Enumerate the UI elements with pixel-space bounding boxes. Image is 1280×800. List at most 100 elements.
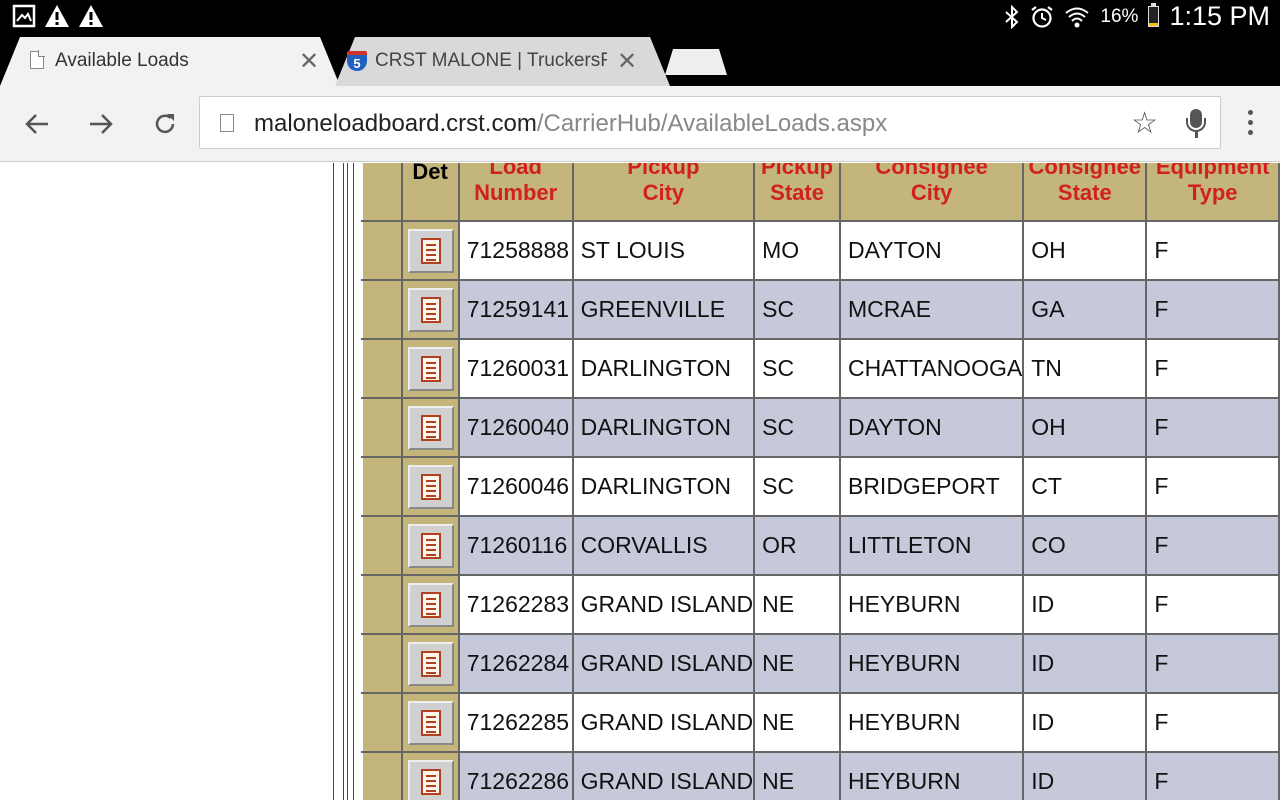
load-number-cell: 71260031 xyxy=(457,338,574,399)
table-row: 71260040 DARLINGTON SC DAYTON OH F xyxy=(361,397,1280,458)
pickup-state-cell: NE xyxy=(753,633,841,694)
table-row: 71258888 ST LOUIS MO DAYTON OH F xyxy=(361,220,1280,281)
microphone-icon[interactable] xyxy=(1184,109,1208,139)
battery-percent: 16% xyxy=(1100,5,1139,27)
load-number-cell: 71260116 xyxy=(457,515,574,576)
address-bar[interactable]: maloneloadboard.crst.com/CarrierHub/Avai… xyxy=(199,96,1221,149)
page-info-icon[interactable] xyxy=(220,114,234,132)
pickup-state-column-header[interactable]: Pickup State xyxy=(753,163,841,222)
equipment-type-cell: F xyxy=(1145,515,1280,576)
row-selector[interactable] xyxy=(361,515,403,576)
reload-button[interactable] xyxy=(147,106,183,142)
details-button[interactable] xyxy=(407,405,454,450)
pickup-city-cell: GREENVILLE xyxy=(571,279,756,340)
new-tab-button[interactable] xyxy=(665,49,727,75)
consignee-state-cell: OH xyxy=(1022,397,1148,458)
close-icon[interactable]: ✕ xyxy=(617,47,637,76)
details-button[interactable] xyxy=(407,287,454,332)
consignee-state-cell: GA xyxy=(1022,279,1148,340)
consignee-state-column-header[interactable]: Consignee State xyxy=(1022,163,1148,222)
url-text[interactable]: maloneloadboard.crst.com/CarrierHub/Avai… xyxy=(254,110,887,138)
details-button[interactable] xyxy=(407,582,454,627)
close-icon[interactable]: ✕ xyxy=(299,47,319,76)
consignee-state-cell: ID xyxy=(1022,692,1148,753)
image-icon xyxy=(12,4,36,28)
tab-title: Available Loads xyxy=(55,50,189,71)
row-selector[interactable] xyxy=(361,397,403,458)
interstate-shield-icon: 5 xyxy=(347,51,367,71)
det-cell xyxy=(400,456,460,517)
pickup-city-cell: GRAND ISLAND xyxy=(571,751,756,800)
det-cell xyxy=(400,574,460,635)
load-number-cell: 71258888 xyxy=(457,220,574,281)
consignee-state-cell: CT xyxy=(1022,456,1148,517)
table-row: 71262283 GRAND ISLAND NE HEYBURN ID F xyxy=(361,574,1280,635)
consignee-city-cell: HEYBURN xyxy=(838,692,1025,753)
load-number-cell: 71262284 xyxy=(457,633,574,694)
row-selector[interactable] xyxy=(361,338,403,399)
row-selector[interactable] xyxy=(361,692,403,753)
equipment-type-cell: F xyxy=(1145,751,1280,800)
det-cell xyxy=(400,279,460,340)
equipment-type-cell: F xyxy=(1145,220,1280,281)
details-button[interactable] xyxy=(407,641,454,686)
load-number-cell: 71260040 xyxy=(457,397,574,458)
pickup-city-column-header[interactable]: Pickup City xyxy=(571,163,756,222)
tab-strip: Available Loads ✕ 5 CRST MALONE | Trucke… xyxy=(0,33,1280,86)
pickup-city-cell: DARLINGTON xyxy=(571,456,756,517)
det-column-header[interactable]: Det xyxy=(400,163,460,222)
row-selector[interactable] xyxy=(361,279,403,340)
equipment-type-column-header[interactable]: Equipment Type xyxy=(1145,163,1280,222)
system-icons: 16% 1:15 PM xyxy=(1004,0,1270,33)
consignee-city-cell: HEYBURN xyxy=(838,574,1025,635)
details-button[interactable] xyxy=(407,346,454,391)
forward-button[interactable] xyxy=(83,106,119,142)
details-page-icon xyxy=(420,650,441,677)
battery-icon xyxy=(1148,3,1160,27)
tab-crst-malone[interactable]: 5 CRST MALONE | TruckersReport ✕ xyxy=(335,37,670,86)
row-selector[interactable] xyxy=(361,456,403,517)
row-selector[interactable] xyxy=(361,633,403,694)
available-loads-table: Det Load Number Pickup City Pickup State Co… xyxy=(361,163,1280,800)
det-cell xyxy=(400,397,460,458)
details-page-icon xyxy=(420,709,441,736)
back-button[interactable] xyxy=(19,106,55,142)
document-icon xyxy=(30,50,45,69)
pickup-city-cell: CORVALLIS xyxy=(571,515,756,576)
select-column-header xyxy=(361,163,403,222)
load-number-column-header[interactable]: Load Number xyxy=(457,163,574,222)
details-button[interactable] xyxy=(407,464,454,509)
consignee-city-column-header[interactable]: Consignee City xyxy=(838,163,1025,222)
details-button[interactable] xyxy=(407,523,454,568)
tab-title: CRST MALONE | TruckersReport xyxy=(375,50,607,71)
tab-available-loads[interactable]: Available Loads ✕ xyxy=(0,37,340,86)
overflow-menu-icon[interactable] xyxy=(1240,110,1260,140)
consignee-state-cell: TN xyxy=(1022,338,1148,399)
equipment-type-cell: F xyxy=(1145,338,1280,399)
pickup-state-cell: NE xyxy=(753,692,841,753)
consignee-state-cell: ID xyxy=(1022,574,1148,635)
row-selector[interactable] xyxy=(361,751,403,800)
row-selector[interactable] xyxy=(361,220,403,281)
consignee-city-cell: MCRAE xyxy=(838,279,1025,340)
load-number-cell: 71262283 xyxy=(457,574,574,635)
load-number-cell: 71259141 xyxy=(457,279,574,340)
details-button[interactable] xyxy=(407,759,454,800)
details-button[interactable] xyxy=(407,700,454,745)
details-button[interactable] xyxy=(407,228,454,273)
consignee-city-cell: BRIDGEPORT xyxy=(838,456,1025,517)
details-page-icon xyxy=(420,237,441,264)
equipment-type-cell: F xyxy=(1145,633,1280,694)
det-cell xyxy=(400,692,460,753)
row-selector[interactable] xyxy=(361,574,403,635)
pickup-state-cell: MO xyxy=(753,220,841,281)
url-path: /CarrierHub/AvailableLoads.aspx xyxy=(536,110,888,137)
det-cell xyxy=(400,633,460,694)
equipment-type-cell: F xyxy=(1145,456,1280,517)
table-row: 71260116 CORVALLIS OR LITTLETON CO F xyxy=(361,515,1280,576)
table-row: 71262284 GRAND ISLAND NE HEYBURN ID F xyxy=(361,633,1280,694)
table-row: 71259141 GREENVILLE SC MCRAE GA F xyxy=(361,279,1280,340)
alarm-icon xyxy=(1031,5,1054,28)
bookmark-star-icon[interactable]: ☆ xyxy=(1131,106,1158,141)
pickup-city-cell: GRAND ISLAND xyxy=(571,633,756,694)
